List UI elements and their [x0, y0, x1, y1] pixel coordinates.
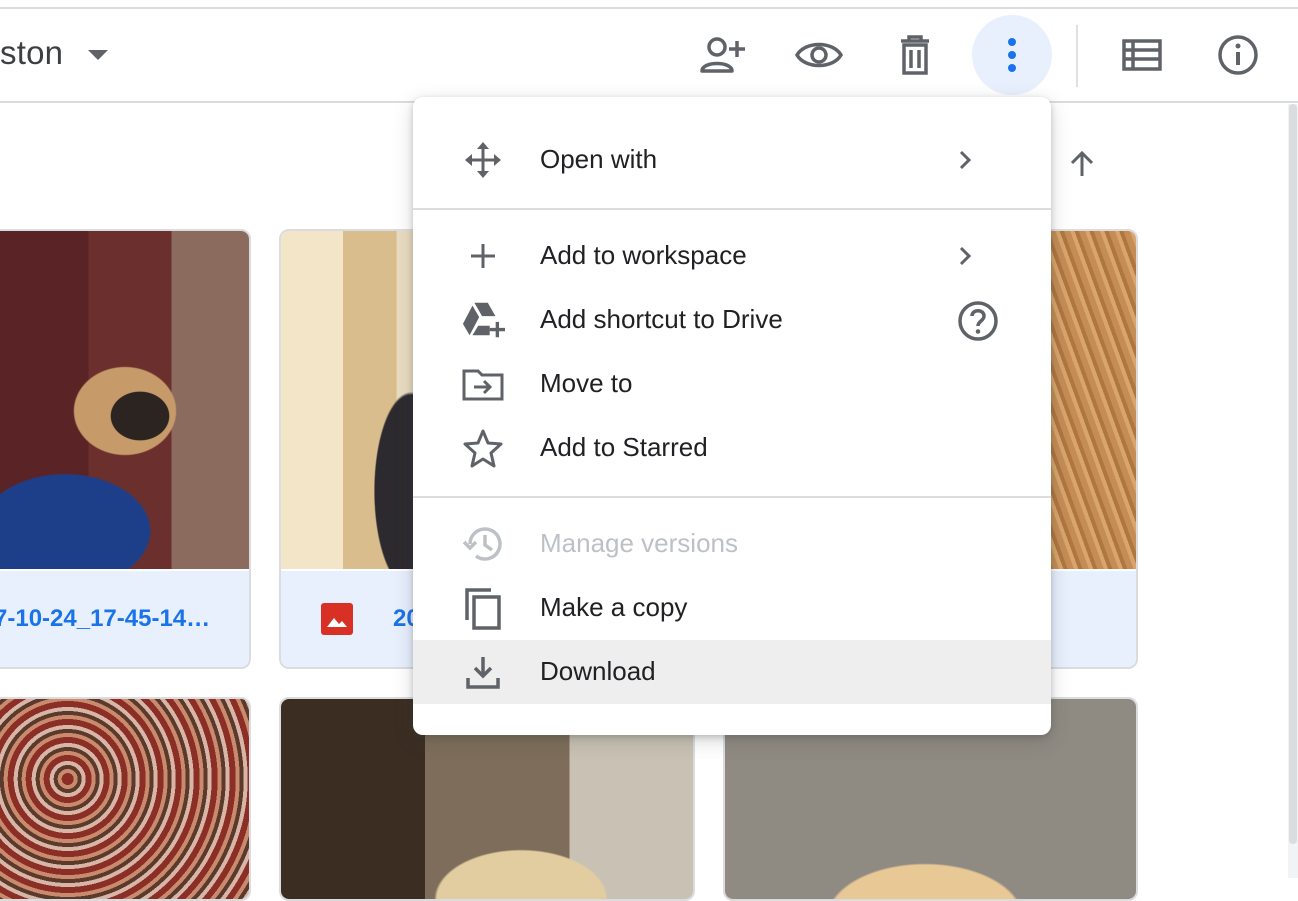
list-view-icon — [1122, 39, 1162, 71]
menu-divider — [413, 208, 1051, 210]
menu-item-label: Make a copy — [540, 592, 688, 622]
file-caption: 7-10-24_17-45-14… — [0, 571, 249, 667]
file-card[interactable]: 7-10-24_17-45-14… — [0, 229, 251, 669]
info-icon — [1218, 35, 1258, 75]
help-icon[interactable] — [957, 300, 999, 347]
more-vert-icon — [1008, 38, 1016, 72]
drive-add-icon — [461, 302, 505, 338]
menu-item-add-to-starred[interactable]: Add to Starred — [413, 416, 1051, 480]
file-card[interactable] — [0, 697, 251, 901]
more-actions-menu: Open with Add to workspace Add shortcut … — [413, 97, 1051, 735]
menu-item-add-shortcut[interactable]: Add shortcut to Drive — [413, 288, 1051, 352]
menu-item-open-with[interactable]: Open with — [413, 128, 1051, 192]
plus-icon — [461, 238, 505, 274]
delete-button[interactable] — [875, 15, 955, 95]
menu-divider — [413, 496, 1051, 498]
copy-icon — [461, 588, 505, 630]
share-button[interactable] — [683, 15, 763, 95]
folder-title[interactable]: ston — [0, 34, 63, 72]
download-icon — [461, 654, 505, 690]
folder-move-icon — [461, 366, 505, 402]
menu-item-label: Open with — [540, 144, 658, 174]
details-button[interactable] — [1198, 15, 1278, 95]
person-add-icon — [700, 37, 745, 73]
menu-item-download[interactable]: Download — [413, 640, 1051, 704]
toolbar-separator — [1076, 25, 1078, 87]
menu-item-label: Move to — [540, 368, 633, 398]
menu-item-manage-versions[interactable]: Manage versions — [413, 512, 1051, 576]
menu-item-label: Manage versions — [540, 528, 738, 558]
eye-icon — [795, 42, 843, 68]
file-name: 7-10-24_17-45-14… — [0, 605, 211, 632]
trash-icon — [901, 35, 929, 75]
folder-dropdown-caret-icon[interactable] — [88, 50, 108, 60]
image-file-icon — [321, 603, 353, 635]
file-thumbnail — [0, 699, 249, 899]
preview-button[interactable] — [779, 15, 859, 95]
list-view-button[interactable] — [1102, 15, 1182, 95]
menu-item-make-a-copy[interactable]: Make a copy — [413, 576, 1051, 640]
scrollbar-thumb[interactable] — [1289, 104, 1297, 844]
menu-item-label: Add to workspace — [540, 240, 747, 270]
star-icon — [461, 429, 505, 468]
chevron-right-icon — [955, 146, 975, 179]
menu-item-label: Add to Starred — [540, 432, 708, 462]
chevron-right-icon — [955, 242, 975, 275]
file-thumbnail — [0, 231, 249, 569]
menu-item-move-to[interactable]: Move to — [413, 352, 1051, 416]
menu-item-label: Download — [540, 656, 656, 686]
arrow-up-icon — [1070, 150, 1094, 176]
more-actions-button[interactable] — [972, 15, 1052, 95]
history-icon — [461, 526, 505, 562]
sort-direction-button[interactable] — [1066, 148, 1098, 185]
menu-item-add-to-workspace[interactable]: Add to workspace — [413, 224, 1051, 288]
menu-item-label: Add shortcut to Drive — [540, 304, 783, 334]
move-arrows-icon — [461, 142, 505, 178]
